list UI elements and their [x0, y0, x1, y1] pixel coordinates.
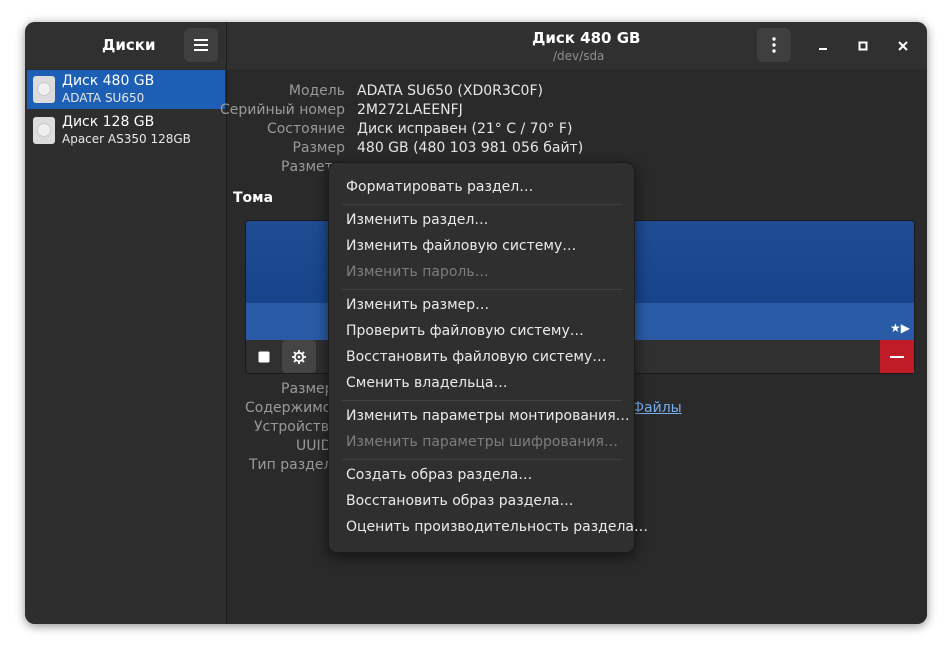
sidebar-title: Диски	[102, 36, 156, 54]
menu-item-benchmark[interactable]: Оценить производительность раздела…	[346, 519, 648, 535]
disk-list: Диск 480 GB ADATA SU650 Диск 128 GB Apac…	[25, 70, 227, 624]
gears-icon	[292, 349, 306, 364]
close-icon	[898, 41, 908, 51]
disk-name: Диск 480 GB	[62, 73, 155, 89]
partition-menu: Форматировать раздел… Изменить раздел… И…	[328, 162, 648, 553]
minimize-button[interactable]	[810, 33, 836, 59]
volumes-title: Тома	[233, 190, 274, 206]
hard-disk-icon	[33, 76, 55, 103]
main-header: Диск 480 GB /dev/sda	[227, 22, 927, 69]
delete-partition-button[interactable]	[880, 340, 914, 373]
disk-model: Apacer AS350 128GB	[62, 132, 191, 146]
stop-icon	[258, 351, 270, 362]
disk-device-path: /dev/sda	[553, 49, 605, 63]
maximize-icon	[858, 41, 868, 51]
menu-separator	[342, 400, 622, 401]
volume-uuid-label: UUID	[296, 438, 332, 454]
volume-contents-label: Содержимое	[245, 400, 340, 416]
disk-menu-button[interactable]	[757, 28, 791, 62]
disk-model: ADATA SU650	[62, 91, 145, 105]
model-value: ADATA SU650 (XD0R3C0F)	[357, 83, 543, 99]
model-label: Модель	[288, 83, 345, 99]
size-label: Размер	[292, 140, 345, 156]
unmount-button[interactable]	[247, 340, 281, 373]
menu-separator	[342, 289, 622, 290]
menu-item-check-filesystem[interactable]: Проверить файловую систему…	[346, 323, 584, 339]
menu-item-mount-options[interactable]: Изменить параметры монтирования…	[346, 408, 630, 424]
menu-item-take-ownership[interactable]: Сменить владельца…	[346, 375, 507, 391]
menu-item-create-image[interactable]: Создать образ раздела…	[346, 467, 532, 483]
menu-item-resize[interactable]: Изменить размер…	[346, 297, 489, 313]
menu-item-restore-image[interactable]: Восстановить образ раздела…	[346, 493, 574, 509]
vertical-dots-icon	[772, 37, 776, 53]
serial-label: Серийный номер	[219, 102, 345, 118]
size-value: 480 GB (480 103 981 056 байт)	[357, 140, 584, 156]
volume-size-label: Размер	[281, 381, 334, 397]
state-value: Диск исправен (21° C / 70° F)	[357, 121, 573, 137]
state-label: Состояние	[266, 121, 345, 137]
volume-device-label: Устройство	[254, 419, 338, 435]
menu-separator	[342, 459, 622, 460]
disk-name: Диск 128 GB	[62, 114, 155, 130]
hamburger-icon	[194, 39, 208, 51]
maximize-button[interactable]	[850, 33, 876, 59]
serial-value: 2M272LAEENFJ	[357, 102, 463, 118]
menu-separator	[342, 204, 622, 205]
disk-item-480gb[interactable]: Диск 480 GB ADATA SU650	[27, 70, 225, 109]
menu-item-change-passphrase: Изменить пароль…	[346, 264, 489, 280]
close-button[interactable]	[890, 33, 916, 59]
menu-item-edit-partition[interactable]: Изменить раздел…	[346, 212, 488, 228]
partition-settings-button[interactable]	[282, 340, 316, 373]
disk-title: Диск 480 GB	[532, 29, 641, 47]
hard-disk-icon	[33, 117, 55, 144]
volume-markers: ★▶	[890, 321, 910, 335]
menu-item-repair-filesystem[interactable]: Восстановить файловую систему…	[346, 349, 606, 365]
menu-item-format[interactable]: Форматировать раздел…	[346, 179, 533, 195]
minimize-icon	[819, 48, 827, 50]
menu-item-edit-filesystem[interactable]: Изменить файловую систему…	[346, 238, 576, 254]
files-link[interactable]: Файлы	[632, 400, 682, 416]
sidebar-header: Диски	[25, 22, 227, 69]
main-menu-button[interactable]	[184, 28, 218, 62]
disk-item-128gb[interactable]: Диск 128 GB Apacer AS350 128GB	[27, 111, 225, 150]
partitioning-label: Размет	[281, 159, 333, 175]
minus-icon	[890, 355, 904, 358]
menu-item-encryption-options: Изменить параметры шифрования…	[346, 434, 618, 450]
